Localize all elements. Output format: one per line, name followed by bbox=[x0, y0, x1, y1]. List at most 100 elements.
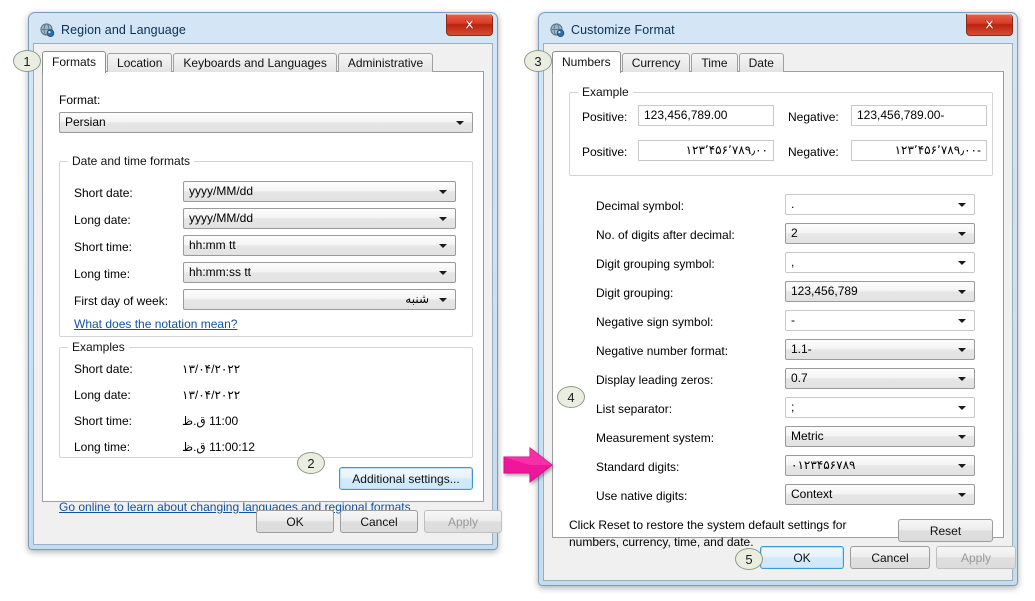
tab-time-label: Time bbox=[701, 56, 728, 70]
tab-formats-label: Formats bbox=[52, 55, 97, 69]
tab-time[interactable]: Time bbox=[691, 53, 738, 72]
chevron-down-icon bbox=[954, 289, 970, 294]
example-long-date-label: Long date: bbox=[74, 388, 131, 402]
short-date-combo[interactable]: yyyy/MM/dd bbox=[183, 181, 456, 202]
short-time-label: Short time: bbox=[74, 240, 133, 254]
examples-title: Examples bbox=[68, 340, 129, 354]
display-leading-zeros-combo[interactable]: 0.7 bbox=[785, 368, 975, 389]
chevron-down-icon bbox=[435, 243, 451, 248]
step-badge-5: 5 bbox=[735, 548, 763, 570]
tab-numbers[interactable]: Numbers bbox=[552, 51, 621, 73]
long-time-combo[interactable]: hh:mm:ss tt bbox=[183, 262, 456, 283]
tab-keyboards-label: Keyboards and Languages bbox=[183, 56, 327, 70]
digit-grouping-label: Digit grouping: bbox=[596, 286, 674, 300]
negative-sign-symbol-label: Negative sign symbol: bbox=[596, 315, 714, 329]
list-separator-value: ; bbox=[791, 400, 795, 414]
format-combo[interactable]: Persian bbox=[59, 112, 473, 133]
notation-help-link[interactable]: What does the notation mean? bbox=[74, 317, 237, 331]
digits-after-decimal-value: 2 bbox=[791, 226, 798, 240]
tab-numbers-label: Numbers bbox=[562, 55, 611, 69]
region-cancel-button[interactable]: Cancel bbox=[340, 510, 418, 533]
example-negative-label-1: Negative: bbox=[788, 110, 839, 124]
example-positive-native-value: ۱۲۳٬۴۵۶٬۷۸۹٫۰۰ bbox=[685, 143, 768, 157]
example-short-date-value: ۱۳/۰۴/۲۰۲۲ bbox=[182, 362, 241, 376]
step-badge-1: 1 bbox=[13, 50, 41, 72]
short-time-combo[interactable]: hh:mm tt bbox=[183, 235, 456, 256]
negative-number-format-combo[interactable]: 1.1- bbox=[785, 339, 975, 360]
long-date-combo[interactable]: yyyy/MM/dd bbox=[183, 208, 456, 229]
digit-grouping-value: 123,456,789 bbox=[791, 284, 858, 298]
region-window-titlebar: Region and Language bbox=[33, 14, 493, 43]
customize-client-area: Numbers Currency Time Date Example Posit… bbox=[543, 43, 1016, 581]
short-date-value: yyyy/MM/dd bbox=[189, 184, 254, 198]
reset-button[interactable]: Reset bbox=[898, 519, 993, 542]
digit-grouping-symbol-label: Digit grouping symbol: bbox=[596, 257, 715, 271]
tab-location[interactable]: Location bbox=[107, 53, 173, 72]
step-badge-4: 4 bbox=[557, 386, 585, 408]
negative-sign-symbol-combo[interactable]: - bbox=[785, 310, 975, 331]
digit-grouping-symbol-combo[interactable]: , bbox=[785, 252, 975, 273]
customize-ok-button[interactable]: OK bbox=[760, 546, 844, 569]
digit-grouping-symbol-value: , bbox=[791, 255, 795, 269]
additional-settings-button[interactable]: Additional settings... bbox=[339, 467, 473, 490]
measurement-system-combo[interactable]: Metric bbox=[785, 426, 975, 447]
list-separator-label: List separator: bbox=[596, 402, 673, 416]
chevron-down-icon bbox=[435, 189, 451, 194]
tab-keyboards-and-languages[interactable]: Keyboards and Languages bbox=[173, 53, 337, 72]
region-tabstrip: Formats Location Keyboards and Languages… bbox=[42, 51, 484, 73]
close-icon[interactable] bbox=[966, 14, 1013, 36]
digits-after-decimal-combo[interactable]: 2 bbox=[785, 223, 975, 244]
list-separator-combo[interactable]: ; bbox=[785, 397, 975, 418]
example-positive-native-field: ۱۲۳٬۴۵۶٬۷۸۹٫۰۰ bbox=[638, 140, 774, 161]
use-native-digits-label: Use native digits: bbox=[596, 489, 688, 503]
customize-apply-label: Apply bbox=[960, 550, 992, 565]
region-ok-button[interactable]: OK bbox=[256, 510, 334, 533]
chevron-down-icon bbox=[954, 492, 970, 497]
customize-cancel-button[interactable]: Cancel bbox=[850, 546, 930, 569]
chevron-down-icon bbox=[954, 463, 970, 468]
short-time-value: hh:mm tt bbox=[189, 238, 236, 252]
region-globe-icon bbox=[39, 22, 55, 38]
long-date-label: Long date: bbox=[74, 213, 131, 227]
date-time-formats-group: Date and time formats Short date: yyyy/M… bbox=[59, 154, 473, 337]
example-negative-latin-field: 123,456,789.00- bbox=[851, 105, 987, 126]
close-icon[interactable] bbox=[446, 14, 493, 36]
first-day-of-week-combo[interactable]: شنبه bbox=[183, 289, 456, 310]
tab-formats[interactable]: Formats bbox=[42, 51, 107, 73]
date-time-formats-title: Date and time formats bbox=[68, 154, 195, 168]
display-leading-zeros-label: Display leading zeros: bbox=[596, 373, 714, 387]
chevron-down-icon bbox=[954, 434, 970, 439]
chevron-down-icon bbox=[954, 376, 970, 381]
tab-currency-label: Currency bbox=[631, 56, 681, 70]
use-native-digits-value: Context bbox=[791, 487, 833, 501]
digit-grouping-combo[interactable]: 123,456,789 bbox=[785, 281, 975, 302]
example-negative-latin-value: 123,456,789.00- bbox=[857, 108, 945, 122]
region-and-language-window: Region and Language Formats Location Key… bbox=[28, 12, 502, 550]
examples-group: Examples Short date: ۱۳/۰۴/۲۰۲۲ Long dat… bbox=[59, 340, 473, 458]
tab-administrative-label: Administrative bbox=[347, 56, 424, 70]
step-badge-1-label: 1 bbox=[23, 53, 31, 69]
numbers-tab-page: Example Positive: 123,456,789.00 Negativ… bbox=[552, 71, 1004, 549]
chevron-down-icon bbox=[435, 216, 451, 221]
tab-date-label: Date bbox=[748, 56, 774, 70]
measurement-system-label: Measurement system: bbox=[596, 431, 715, 445]
customize-apply-button: Apply bbox=[936, 546, 1016, 569]
step-badge-4-label: 4 bbox=[567, 389, 575, 405]
chevron-down-icon bbox=[954, 347, 970, 352]
region-cancel-label: Cancel bbox=[360, 514, 398, 529]
negative-sign-symbol-value: - bbox=[791, 313, 795, 327]
step-badge-2: 2 bbox=[297, 452, 325, 474]
standard-digits-combo[interactable]: ۰۱۲۳۴۵۶۷۸۹ bbox=[785, 455, 975, 476]
tab-currency[interactable]: Currency bbox=[621, 53, 691, 72]
customize-window-title: Customize Format bbox=[571, 23, 675, 37]
example-short-date-label: Short date: bbox=[74, 362, 133, 376]
long-time-label: Long time: bbox=[74, 267, 131, 281]
tab-date[interactable]: Date bbox=[738, 53, 784, 72]
tab-administrative[interactable]: Administrative bbox=[337, 53, 434, 72]
customize-format-window: Customize Format Numbers Currency Time D… bbox=[538, 12, 1018, 586]
reset-description-line1: Click Reset to restore the system defaul… bbox=[569, 518, 847, 532]
chevron-down-icon bbox=[435, 270, 451, 275]
chevron-down-icon bbox=[954, 260, 970, 265]
decimal-symbol-combo[interactable]: . bbox=[785, 194, 975, 215]
use-native-digits-combo[interactable]: Context bbox=[785, 484, 975, 505]
